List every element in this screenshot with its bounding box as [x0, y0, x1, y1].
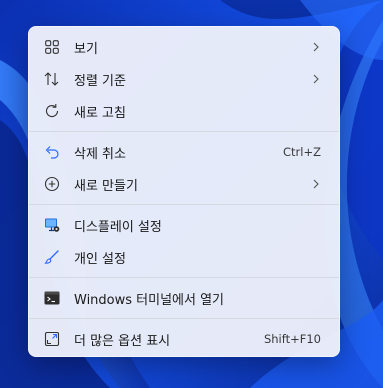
menu-separator — [29, 204, 339, 205]
personalize-icon — [44, 249, 60, 265]
menu-item-label: 개인 설정 — [74, 251, 126, 267]
menu-item-personalize[interactable]: 개인 설정 — [33, 241, 335, 273]
chevron-right-icon — [313, 178, 321, 190]
undo-icon — [44, 144, 60, 160]
menu-item-refresh[interactable]: 새로 고침 — [33, 95, 335, 127]
chevron-right-icon — [313, 73, 321, 85]
display-settings-icon — [44, 217, 60, 233]
menu-separator — [29, 277, 339, 278]
grid-icon — [44, 39, 60, 55]
menu-item-new[interactable]: 새로 만들기 — [33, 168, 335, 200]
menu-item-label: 새로 고침 — [74, 105, 126, 121]
menu-item-label: 새로 만들기 — [74, 178, 138, 194]
new-icon — [44, 176, 60, 192]
shortcut-label: Ctrl+Z — [283, 145, 321, 159]
menu-item-label: 정렬 기준 — [74, 73, 126, 89]
menu-item-display-settings[interactable]: 디스플레이 설정 — [33, 209, 335, 241]
menu-item-label: 디스플레이 설정 — [74, 219, 162, 235]
menu-item-show-more-options[interactable]: 더 많은 옵션 표시 Shift+F10 — [33, 323, 335, 355]
menu-item-label: 보기 — [74, 41, 98, 57]
menu-item-label: 더 많은 옵션 표시 — [74, 333, 171, 349]
menu-item-label: 삭제 취소 — [74, 146, 126, 162]
menu-item-open-terminal[interactable]: Windows 터미널에서 열기 — [33, 282, 335, 314]
more-options-icon — [44, 331, 60, 347]
menu-separator — [29, 131, 339, 132]
menu-item-view[interactable]: 보기 — [33, 31, 335, 63]
shortcut-label: Shift+F10 — [263, 332, 321, 346]
refresh-icon — [44, 103, 60, 119]
menu-item-sort-by[interactable]: 정렬 기준 — [33, 63, 335, 95]
chevron-right-icon — [313, 41, 321, 53]
terminal-icon — [44, 290, 60, 306]
menu-item-label: Windows 터미널에서 열기 — [74, 292, 225, 308]
menu-item-undo-delete[interactable]: 삭제 취소 Ctrl+Z — [33, 136, 335, 168]
menu-separator — [29, 318, 339, 319]
sort-icon — [44, 71, 60, 87]
desktop-context-menu: 보기 정렬 기준 새로 고침 삭제 취소 Ctrl+Z 새로 만들기 디스플레이… — [28, 26, 340, 357]
